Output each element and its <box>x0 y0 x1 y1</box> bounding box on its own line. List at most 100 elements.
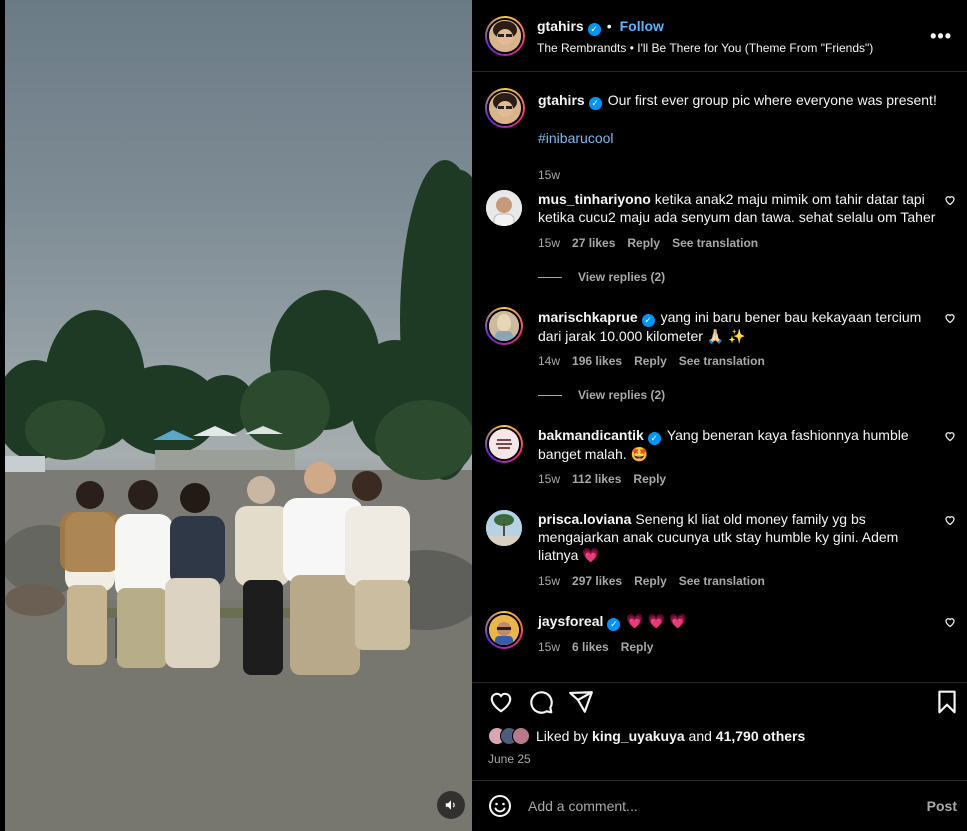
likes-text[interactable]: Liked by king_uyakuya and 41,790 others <box>536 728 805 744</box>
comment-username[interactable]: bakmandicantik <box>538 427 644 443</box>
comment-reply-button[interactable]: Reply <box>627 236 660 250</box>
likes-prefix: Liked by <box>536 728 589 744</box>
comment-text-block: marischkaprue ✓ yang ini baru bener bau ke… <box>538 308 938 345</box>
comment-likes[interactable]: 27 likes <box>572 236 615 250</box>
see-translation-button[interactable]: See translation <box>679 354 765 368</box>
comment-meta: 14w 196 likes Reply See translation <box>538 354 777 368</box>
add-comment-bar: Post <box>472 780 967 831</box>
view-replies-button[interactable]: View replies (2) <box>538 270 665 284</box>
likes-summary: Liked by king_uyakuya and 41,790 others <box>488 727 805 745</box>
likes-middle: and <box>688 728 712 744</box>
post-action-bar <box>472 682 967 722</box>
comment-text-block: bakmandicantik ✓ Yang beneran kaya fashion… <box>538 426 938 463</box>
comment-username[interactable]: jaysforeal <box>538 613 603 629</box>
comment-likes[interactable]: 112 likes <box>572 472 621 486</box>
verified-icon: ✓ <box>641 314 655 327</box>
post-header: gtahirs ✓ • Follow The Rembrandts • I'll Be… <box>472 0 967 72</box>
share-icon[interactable] <box>568 689 594 715</box>
view-replies-button[interactable]: View replies (2) <box>538 388 665 402</box>
verified-icon: ✓ <box>607 618 621 631</box>
comment-icon[interactable] <box>528 689 554 715</box>
comment-avatar[interactable] <box>486 190 522 226</box>
comment-item: mus_tinhariyono ketika anak2 maju mimik o… <box>486 190 956 290</box>
post-photo[interactable] <box>5 0 472 831</box>
audio-track-link[interactable]: The Rembrandts • I'll Be There for You (… <box>537 41 873 55</box>
follow-button[interactable]: Follow <box>620 18 664 34</box>
verified-icon: ✓ <box>647 432 661 445</box>
comment-likes[interactable]: 297 likes <box>572 574 622 588</box>
heart-icon[interactable] <box>488 689 514 715</box>
comment-text-block: jaysforeal ✓ 💗 💗 💗 <box>538 612 938 631</box>
see-translation-button[interactable]: See translation <box>672 236 758 250</box>
comment-text-block: mus_tinhariyono ketika anak2 maju mimik o… <box>538 190 938 226</box>
comment-time[interactable]: 14w <box>538 354 560 368</box>
comment-avatar-image <box>489 311 519 341</box>
see-translation-button[interactable]: See translation <box>679 574 765 588</box>
comments-list[interactable]: gtahirs ✓ Our first ever group pic where e… <box>472 72 967 682</box>
comment-avatar-image <box>489 429 519 459</box>
caption-text-block: gtahirs ✓ Our first ever group pic where e… <box>538 91 938 147</box>
verified-icon: ✓ <box>587 23 601 36</box>
view-replies-label: View replies (2) <box>578 270 666 284</box>
view-replies-label: View replies (2) <box>578 388 666 402</box>
comment-text-block: prisca.loviana Seneng kl liat old money f… <box>538 510 938 564</box>
comment-avatar[interactable] <box>485 307 523 345</box>
like-comment-heart-icon[interactable] <box>944 430 956 442</box>
comment-meta: 15w 297 likes Reply See translation <box>538 574 777 588</box>
comment-meta: 15w 112 likes Reply <box>538 472 678 486</box>
comment-avatar[interactable] <box>485 611 523 649</box>
bookmark-icon[interactable] <box>934 689 960 715</box>
comment-username[interactable]: marischkaprue <box>538 309 638 325</box>
post-comment-button[interactable]: Post <box>927 798 957 814</box>
caption-avatar-image <box>489 92 521 124</box>
author-avatar[interactable] <box>485 16 525 56</box>
comment-likes[interactable]: 196 likes <box>572 354 622 368</box>
liker-avatar[interactable] <box>512 727 530 745</box>
comment-avatar-image <box>489 615 519 645</box>
comment-reply-button[interactable]: Reply <box>633 472 666 486</box>
like-comment-heart-icon[interactable] <box>944 616 956 628</box>
comment-time[interactable]: 15w <box>538 236 560 250</box>
likes-count-link[interactable]: 41,790 others <box>716 728 806 744</box>
author-username[interactable]: gtahirs <box>537 18 584 34</box>
comment-reply-button[interactable]: Reply <box>634 574 667 588</box>
verified-icon: ✓ <box>588 97 602 110</box>
header-title-row: gtahirs ✓ • Follow <box>537 18 664 36</box>
caption-username[interactable]: gtahirs <box>538 92 585 108</box>
replies-line <box>538 394 562 396</box>
comment-input[interactable] <box>528 794 888 818</box>
author-avatar-image <box>489 20 521 52</box>
likes-user-link[interactable]: king_uyakuya <box>592 728 685 744</box>
emoji-icon[interactable] <box>488 794 512 818</box>
caption-avatar[interactable] <box>485 88 525 128</box>
separator-dot: • <box>606 18 612 34</box>
caption-time[interactable]: 15w <box>538 168 560 182</box>
comment-time[interactable]: 15w <box>538 472 560 486</box>
group-photo-illustration <box>5 160 472 831</box>
like-comment-heart-icon[interactable] <box>944 312 956 324</box>
comment-username[interactable]: mus_tinhariyono <box>538 191 651 207</box>
mute-toggle-button[interactable] <box>437 791 465 819</box>
comment-meta: 15w 6 likes Reply <box>538 640 665 654</box>
comment-avatar[interactable] <box>486 510 522 546</box>
comment-reply-button[interactable]: Reply <box>621 640 654 654</box>
caption-row: gtahirs ✓ Our first ever group pic where e… <box>485 88 956 182</box>
caption-hashtag-link[interactable]: #inibarucool <box>538 130 614 146</box>
caption-text: Our first ever group pic where everyone … <box>607 92 937 108</box>
post-date[interactable]: June 25 <box>488 752 531 766</box>
comment-time[interactable]: 15w <box>538 640 560 654</box>
comment-likes[interactable]: 6 likes <box>572 640 609 654</box>
like-comment-heart-icon[interactable] <box>944 194 956 206</box>
caption-meta: 15w <box>538 168 572 182</box>
replies-line <box>538 276 562 278</box>
comment-item: jaysforeal ✓ 💗 💗 💗 15w 6 likes Reply <box>485 611 956 676</box>
comment-reply-button[interactable]: Reply <box>634 354 667 368</box>
post-side-panel: gtahirs ✓ • Follow The Rembrandts • I'll Be… <box>472 0 967 831</box>
more-options-button[interactable]: ••• <box>930 26 952 47</box>
comment-item: marischkaprue ✓ yang ini baru bener bau ke… <box>485 307 956 408</box>
like-comment-heart-icon[interactable] <box>944 514 956 526</box>
comment-avatar-image <box>486 190 522 226</box>
comment-time[interactable]: 15w <box>538 574 560 588</box>
comment-avatar[interactable] <box>485 425 523 463</box>
comment-username[interactable]: prisca.loviana <box>538 511 631 527</box>
